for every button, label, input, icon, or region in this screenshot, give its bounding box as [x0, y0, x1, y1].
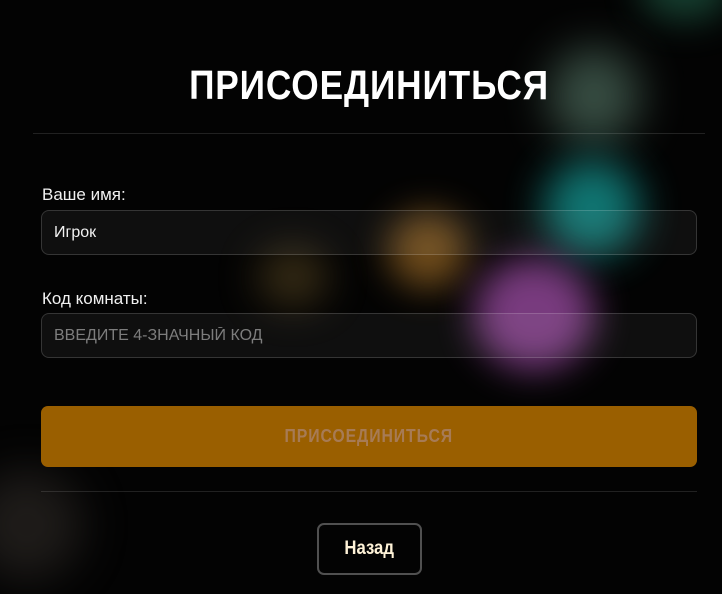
- page-title: ПРИСОЕДИНИТЬСЯ: [189, 62, 549, 108]
- back-button-label: Назад: [344, 538, 395, 559]
- join-room-button[interactable]: ПРИСОЕДИНИТЬСЯ: [41, 406, 697, 467]
- background-glow-olive: [258, 248, 328, 306]
- join-room-button-label: ПРИСОЕДИНИТЬСЯ: [284, 426, 454, 446]
- room-code-input[interactable]: [41, 313, 697, 358]
- background-glow-green: [640, 0, 722, 20]
- player-name-label: Ваше имя:: [42, 185, 126, 204]
- room-code-label: Код комнаты:: [42, 289, 148, 308]
- actions-divider: [41, 491, 697, 492]
- join-screen: ПРИСОЕДИНИТЬСЯ Ваше имя: Код комнаты: ПР…: [0, 0, 722, 594]
- player-name-input[interactable]: [41, 210, 697, 255]
- back-button[interactable]: Назад: [317, 523, 422, 575]
- background-glow-dim: [0, 470, 82, 580]
- title-divider: [33, 133, 705, 134]
